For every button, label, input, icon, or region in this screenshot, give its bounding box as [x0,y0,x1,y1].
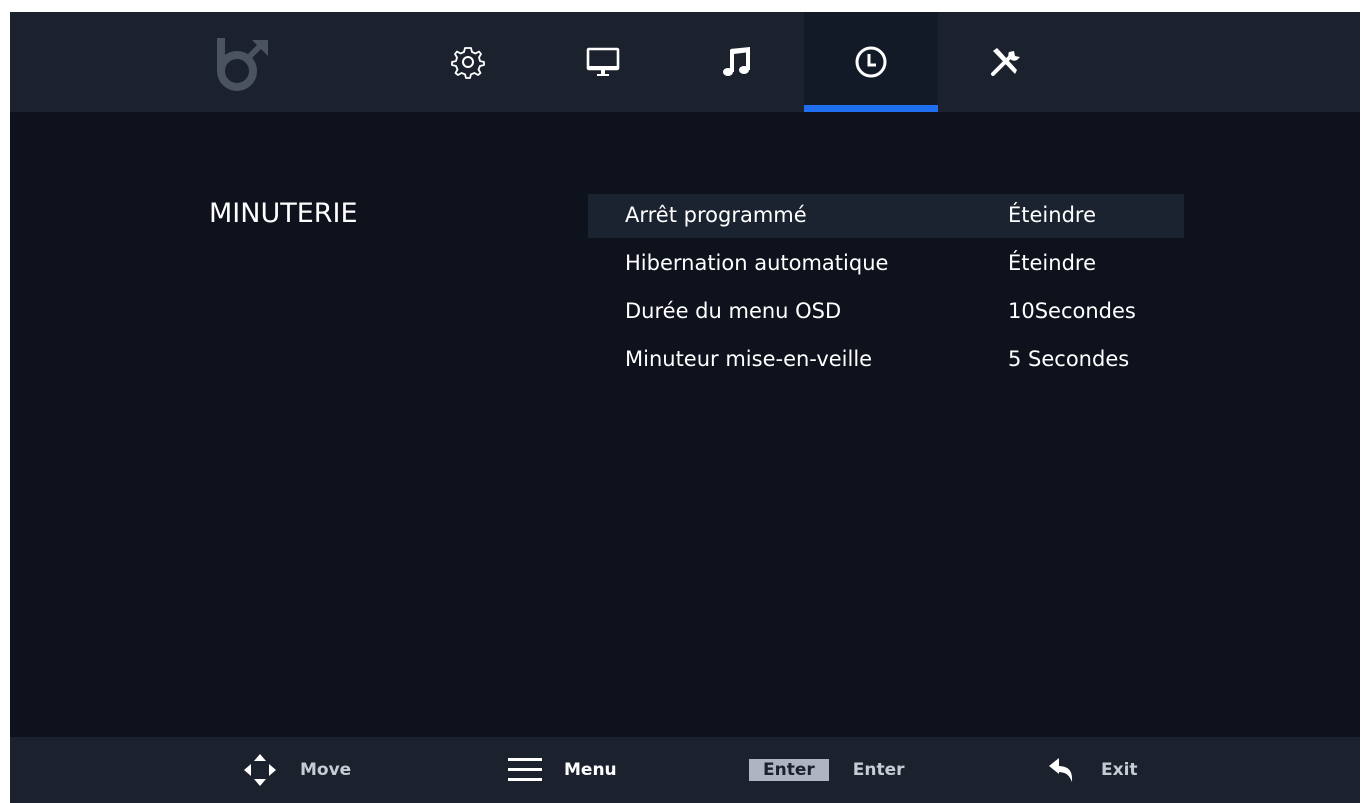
tab-audio[interactable] [670,12,804,112]
menu-item-value: 5 Secondes [1008,347,1130,371]
enter-key-badge: Enter [749,759,829,781]
move-arrows-icon [244,754,276,786]
menu-item-auto-hibernation[interactable]: Hibernation automatique Éteindre [588,242,1184,286]
brand-logo-icon [217,38,268,91]
exit-hint-label: Exit [1101,760,1138,780]
footer-hint-bar: Move Menu Enter Enter Exit [10,737,1360,803]
enter-hint: Enter Enter [749,737,905,803]
menu-lines-icon [508,758,542,781]
osd-menu: MINUTERIE Arrêt programmé Éteindre Hiber… [10,12,1360,803]
timer-menu: Arrêt programmé Éteindre Hibernation aut… [588,194,1184,386]
back-arrow-icon [1049,758,1073,782]
move-hint: Move [242,737,351,803]
menu-item-osd-duration[interactable]: Durée du menu OSD 10Secondes [588,290,1184,334]
menu-hint: Menu [508,737,617,803]
exit-hint: Exit [1047,737,1138,803]
gear-icon [451,47,485,79]
section-title: MINUTERIE [209,198,358,229]
menu-item-label: Arrêt programmé [625,203,807,227]
menu-item-label: Hibernation automatique [625,251,889,275]
tab-settings[interactable] [401,12,535,112]
enter-hint-label: Enter [852,760,905,780]
menu-hint-label: Menu [564,760,617,780]
move-hint-label: Move [300,760,352,780]
clock-icon [855,46,887,78]
music-note-icon [723,47,750,76]
tab-display[interactable] [536,12,670,112]
top-tab-bar [10,12,1360,112]
menu-item-label: Durée du menu OSD [625,299,842,323]
tools-icon [991,48,1020,76]
menu-item-label: Minuteur mise-en-veille [625,347,873,371]
tab-timer[interactable] [804,12,938,112]
active-tab-indicator [804,105,938,112]
tab-tools[interactable] [938,12,1072,112]
menu-item-value: Éteindre [1008,251,1096,275]
menu-item-sleep-timer[interactable]: Arrêt programmé Éteindre [588,194,1184,238]
monitor-icon [586,47,620,76]
menu-item-standby-timer[interactable]: Minuteur mise-en-veille 5 Secondes [588,338,1184,382]
menu-item-value: Éteindre [1008,203,1096,227]
menu-item-value: 10Secondes [1008,299,1136,323]
